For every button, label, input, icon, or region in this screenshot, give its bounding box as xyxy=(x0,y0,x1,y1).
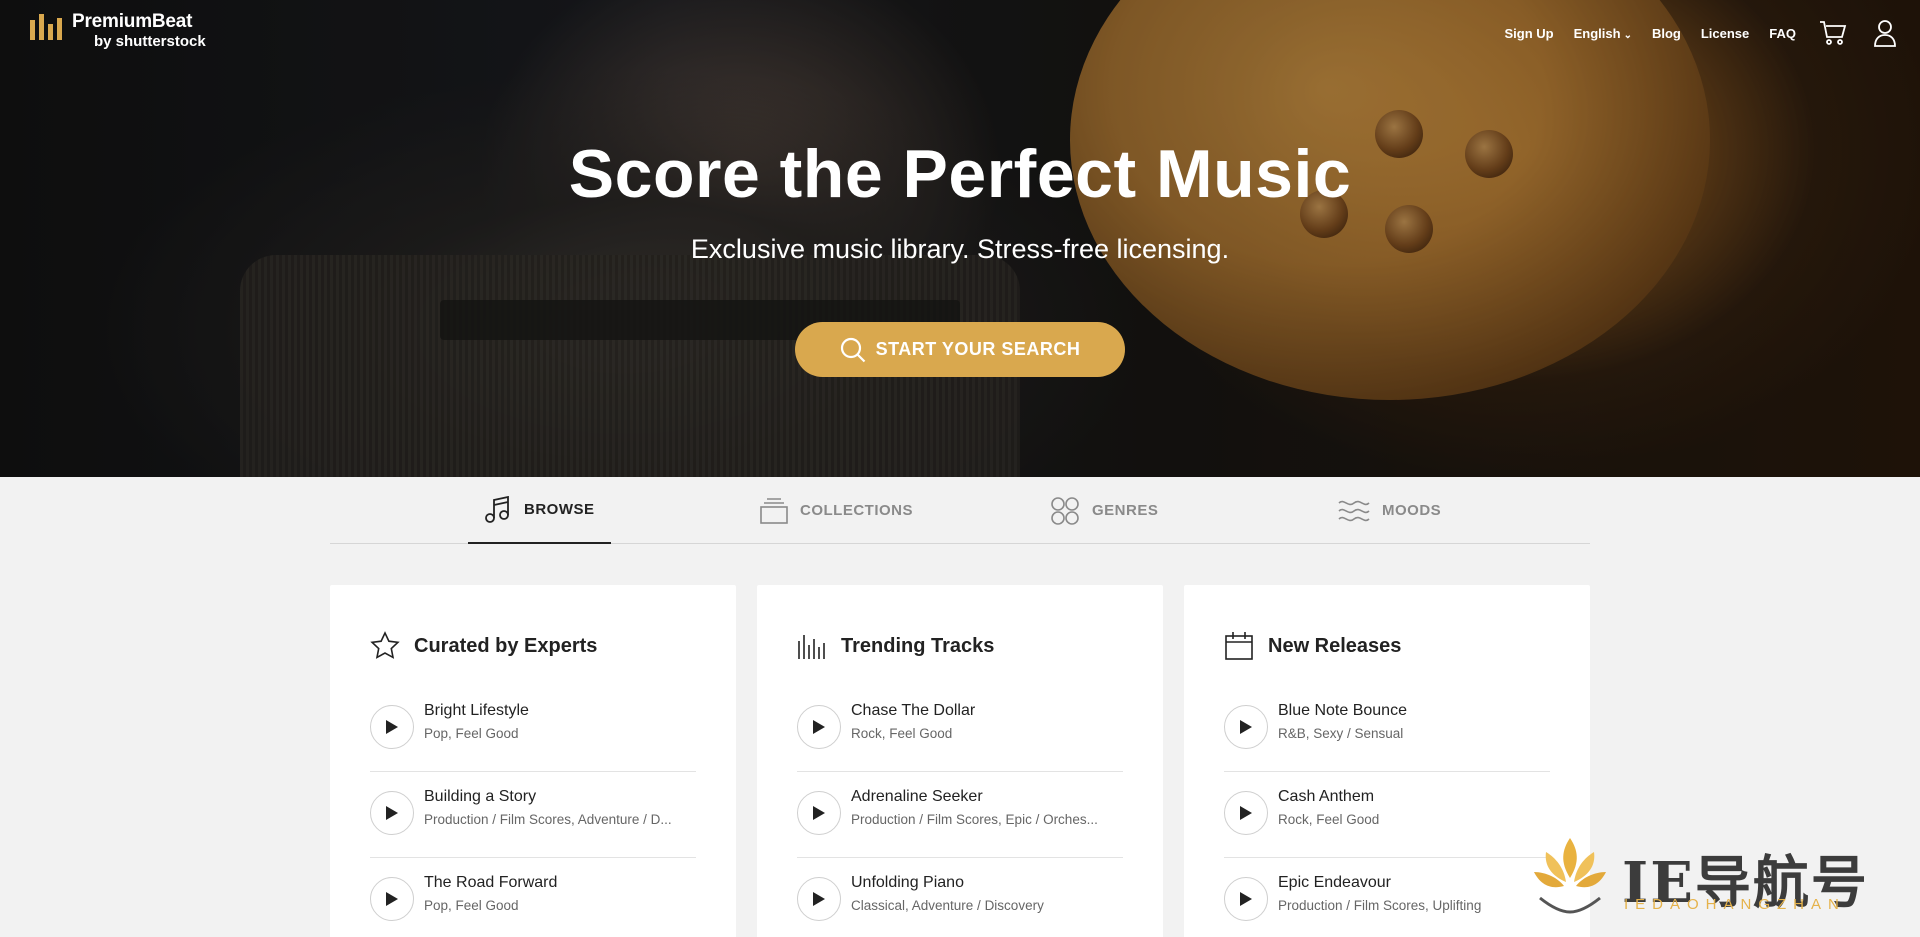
blog-link[interactable]: Blog xyxy=(1652,26,1681,41)
browse-tabs: BROWSE COLLECTIONS GENRES MOODS xyxy=(330,477,1590,544)
track-item[interactable]: The Road Forward Pop, Feel Good xyxy=(370,858,696,937)
curated-card: Curated by Experts Bright Lifestyle Pop,… xyxy=(330,585,736,937)
play-icon xyxy=(1240,806,1252,820)
premiumbeat-logo[interactable]: PremiumBeat by shutterstock xyxy=(30,12,206,49)
track-name: Cash Anthem xyxy=(1278,788,1375,805)
star-icon xyxy=(370,631,400,659)
card-title: Curated by Experts xyxy=(414,634,598,657)
watermark-subtext: IEDAOHANGZHAN xyxy=(1624,896,1846,913)
track-tags: Production / Film Scores, Epic / Orches.… xyxy=(851,812,1098,827)
nav-links: Sign Up English ⌄ Blog License FAQ xyxy=(1485,18,1901,48)
play-icon xyxy=(813,720,825,734)
logo-name: PremiumBeat xyxy=(72,11,193,32)
card-header: Trending Tracks xyxy=(797,631,994,661)
track-tags: Rock, Feel Good xyxy=(1278,812,1380,827)
track-item[interactable]: Bright Lifestyle Pop, Feel Good xyxy=(370,686,696,772)
play-button[interactable] xyxy=(797,791,841,835)
calendar-icon xyxy=(1225,632,1253,660)
chevron-down-icon: ⌄ xyxy=(1623,29,1632,41)
play-button[interactable] xyxy=(370,705,414,749)
track-item[interactable]: Building a Story Production / Film Score… xyxy=(370,772,696,858)
faq-link[interactable]: FAQ xyxy=(1769,26,1796,41)
track-name: Adrenaline Seeker xyxy=(851,788,983,805)
track-item[interactable]: Unfolding Piano Classical, Adventure / D… xyxy=(797,858,1123,937)
track-name: Chase The Dollar xyxy=(851,702,976,719)
play-icon xyxy=(1240,720,1252,734)
tab-moods-label: MOODS xyxy=(1382,502,1442,519)
tab-collections-label: COLLECTIONS xyxy=(800,502,913,519)
track-item[interactable]: Blue Note Bounce R&B, Sexy / Sensual xyxy=(1224,686,1550,772)
track-name: The Road Forward xyxy=(424,874,558,891)
tab-collections[interactable]: COLLECTIONS xyxy=(744,477,929,544)
play-button[interactable] xyxy=(1224,791,1268,835)
play-button[interactable] xyxy=(797,705,841,749)
start-search-button[interactable]: START YOUR SEARCH xyxy=(795,322,1125,377)
top-navigation: PremiumBeat by shutterstock Sign Up Engl… xyxy=(0,0,1920,70)
track-name: Unfolding Piano xyxy=(851,874,964,891)
tab-browse[interactable]: BROWSE xyxy=(468,477,611,544)
search-button-label: START YOUR SEARCH xyxy=(875,339,1081,359)
track-item[interactable]: Chase The Dollar Rock, Feel Good xyxy=(797,686,1123,772)
track-name: Blue Note Bounce xyxy=(1278,702,1407,719)
play-icon xyxy=(386,720,398,734)
language-selector[interactable]: English ⌄ xyxy=(1574,26,1632,41)
track-name: Building a Story xyxy=(424,788,537,805)
play-icon xyxy=(386,806,398,820)
tab-browse-label: BROWSE xyxy=(524,501,595,518)
license-link[interactable]: License xyxy=(1701,26,1749,41)
track-name: Epic Endeavour xyxy=(1278,874,1391,891)
card-header: Curated by Experts xyxy=(370,631,597,661)
music-note-icon xyxy=(485,495,509,523)
hero-title: Score the Perfect Music xyxy=(568,136,1352,212)
track-tags: Production / Film Scores, Uplifting xyxy=(1278,898,1482,913)
track-tags: Rock, Feel Good xyxy=(851,726,953,741)
tab-moods[interactable]: MOODS xyxy=(1322,477,1457,544)
play-button[interactable] xyxy=(1224,705,1268,749)
search-icon xyxy=(840,337,865,362)
trending-card: Trending Tracks Chase The Dollar Rock, F… xyxy=(757,585,1163,937)
track-name: Bright Lifestyle xyxy=(424,702,529,719)
play-icon xyxy=(1240,892,1252,906)
card-title: Trending Tracks xyxy=(841,634,995,657)
track-item[interactable]: Adrenaline Seeker Production / Film Scor… xyxy=(797,772,1123,858)
track-item[interactable]: Epic Endeavour Production / Film Scores,… xyxy=(1224,858,1550,937)
play-icon xyxy=(386,892,398,906)
logo-sub: by shutterstock xyxy=(94,33,206,50)
moods-icon xyxy=(1338,500,1370,521)
track-tags: Pop, Feel Good xyxy=(424,726,519,741)
card-title: New Releases xyxy=(1268,634,1402,657)
track-item[interactable]: Cash Anthem Rock, Feel Good xyxy=(1224,772,1550,858)
track-tags: Production / Film Scores, Adventure / D.… xyxy=(424,812,672,827)
play-button[interactable] xyxy=(797,877,841,921)
hero-subtitle: Exclusive music library. Stress-free lic… xyxy=(690,234,1230,264)
site-watermark: IE导航号 IEDAOHANGZHAN xyxy=(1530,830,1920,937)
play-icon xyxy=(813,806,825,820)
tab-genres[interactable]: GENRES xyxy=(1034,477,1174,544)
track-tags: Pop, Feel Good xyxy=(424,898,519,913)
play-button[interactable] xyxy=(1224,877,1268,921)
logo-bars-icon xyxy=(30,14,62,40)
tab-genres-label: GENRES xyxy=(1092,502,1159,519)
user-icon[interactable] xyxy=(1870,18,1900,48)
bars-icon xyxy=(798,635,825,659)
track-tags: Classical, Adventure / Discovery xyxy=(851,898,1044,913)
play-button[interactable] xyxy=(370,791,414,835)
signup-link[interactable]: Sign Up xyxy=(1505,26,1554,41)
collections-icon xyxy=(760,497,788,524)
cart-icon[interactable] xyxy=(1818,18,1848,48)
language-label: English xyxy=(1573,25,1621,41)
track-tags: R&B, Sexy / Sensual xyxy=(1278,726,1404,741)
genres-icon xyxy=(1051,496,1079,525)
card-header: New Releases xyxy=(1224,631,1401,661)
play-button[interactable] xyxy=(370,877,414,921)
lotus-logo-icon xyxy=(1534,838,1606,914)
play-icon xyxy=(813,892,825,906)
